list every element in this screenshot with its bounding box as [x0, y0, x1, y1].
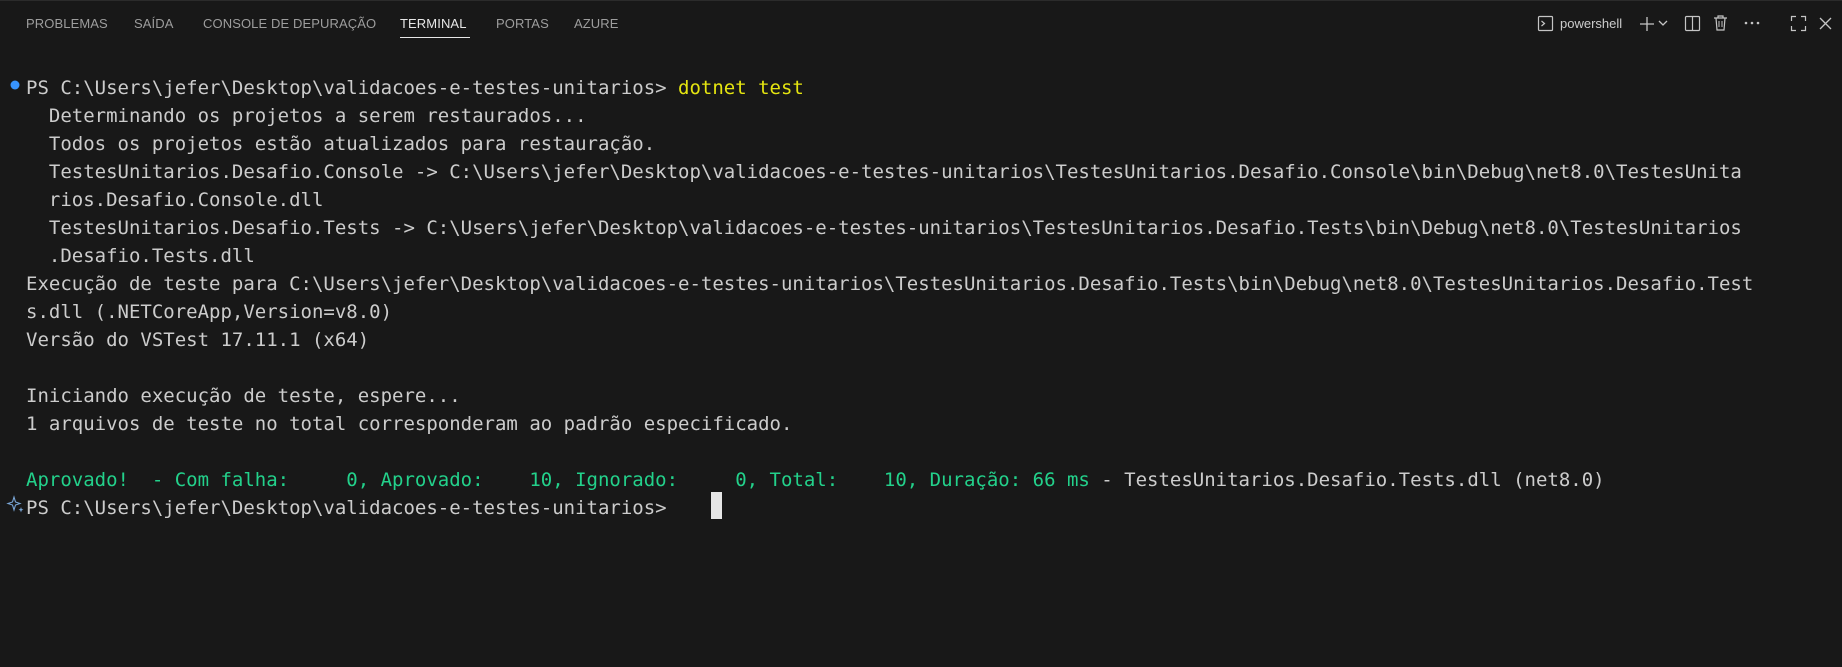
output-line: rios.Desafio.Console.dll	[26, 189, 324, 211]
tab-portas[interactable]: PORTAS	[496, 16, 549, 32]
command-success-dot-icon[interactable]	[9, 79, 21, 91]
output-line: Iniciando execução de teste, espere...	[26, 385, 461, 407]
tab-console-de-depuracao[interactable]: CONSOLE DE DEPURAÇÃO	[203, 16, 376, 32]
terminal-cursor	[711, 492, 722, 519]
output-line: Versão do VSTest 17.11.1 (x64)	[26, 329, 370, 351]
shell-name-label[interactable]: powershell	[1560, 16, 1622, 32]
output-line: 1 arquivos de teste no total corresponde…	[26, 413, 793, 435]
test-result-line: Aprovado! - Com falha: 0, Aprovado: 10, …	[26, 466, 1605, 494]
output-line: s.dll (.NETCoreApp,Version=v8.0)	[26, 301, 393, 323]
tab-problemas[interactable]: PROBLEMAS	[26, 16, 108, 32]
test-result-assembly: - TestesUnitarios.Desafio.Tests.dll (net…	[1089, 469, 1605, 491]
terminal-panel: PROBLEMAS SAÍDA CONSOLE DE DEPURAÇÃO TER…	[0, 0, 1842, 667]
test-result-summary: Aprovado! - Com falha: 0, Aprovado: 10, …	[26, 469, 1090, 491]
prompt-path: PS C:\Users\jefer\Desktop\validacoes-e-t…	[26, 77, 679, 99]
chevron-down-icon[interactable]	[1657, 17, 1669, 29]
tab-azure[interactable]: AZURE	[574, 16, 619, 32]
close-icon[interactable]	[1818, 16, 1833, 31]
output-line: TestesUnitarios.Desafio.Tests -> C:\User…	[26, 217, 1742, 239]
final-prompt-path: PS C:\Users\jefer\Desktop\validacoes-e-t…	[26, 497, 679, 519]
active-tab-indicator	[400, 37, 470, 38]
output-line: Execução de teste para C:\Users\jefer\De…	[26, 273, 1754, 295]
terminal-icon[interactable]	[1537, 15, 1554, 32]
maximize-icon[interactable]	[1790, 15, 1807, 32]
command-text: dotnet test	[678, 77, 804, 99]
tab-saida[interactable]: SAÍDA	[134, 16, 174, 32]
output-line: Determinando os projetos a serem restaur…	[26, 105, 587, 127]
tab-terminal[interactable]: TERMINAL	[400, 16, 467, 32]
more-icon[interactable]	[1743, 16, 1761, 30]
split-icon[interactable]	[1684, 15, 1701, 32]
add-icon[interactable]	[1638, 15, 1656, 33]
command-line: PS C:\Users\jefer\Desktop\validacoes-e-t…	[26, 74, 804, 102]
command-sparkle-icon[interactable]	[6, 495, 26, 515]
output-line: .Desafio.Tests.dll	[26, 245, 255, 267]
output-line: Todos os projetos estão atualizados para…	[26, 133, 656, 155]
panel-tab-bar: PROBLEMAS SAÍDA CONSOLE DE DEPURAÇÃO TER…	[0, 0, 1842, 48]
trash-icon[interactable]	[1712, 14, 1729, 32]
output-line: TestesUnitarios.Desafio.Console -> C:\Us…	[26, 161, 1742, 183]
final-prompt-line: PS C:\Users\jefer\Desktop\validacoes-e-t…	[26, 494, 678, 522]
